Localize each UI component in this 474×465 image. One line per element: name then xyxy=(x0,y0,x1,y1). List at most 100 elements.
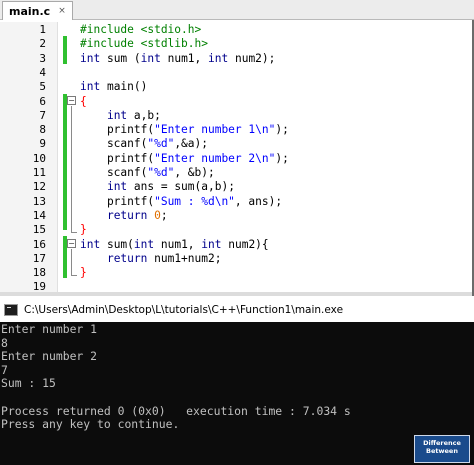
code-token: int xyxy=(80,51,101,65)
code-text: { xyxy=(80,95,87,109)
code-token: printf( xyxy=(80,194,155,208)
console-window[interactable]: C:\Users\Admin\Desktop\L\tutorials\C++\F… xyxy=(0,298,474,465)
code-token: int xyxy=(80,80,101,94)
line-number: 7 xyxy=(39,108,46,122)
line-number: 9 xyxy=(39,137,46,151)
code-token: #include <stdlib.h> xyxy=(80,37,208,51)
code-line[interactable]: 15} xyxy=(0,223,474,237)
code-token: "Enter number 2\n" xyxy=(154,151,276,165)
code-text: #include <stdlib.h> xyxy=(80,37,208,51)
code-token: int xyxy=(201,237,222,251)
code-editor[interactable]: main.c × − − 1 #include <stdio.h> 2 #includ… xyxy=(0,0,474,296)
code-token: num1, xyxy=(160,51,209,65)
tab-main-c[interactable]: main.c × xyxy=(2,1,73,20)
code-token: { xyxy=(80,94,87,108)
code-token: scanf( xyxy=(80,137,148,151)
code-token: scanf( xyxy=(80,166,148,179)
code-line[interactable]: 16 int sum(int num1, int num2){ xyxy=(0,238,474,252)
code-token: int xyxy=(208,51,229,65)
code-text: int ans = sum(a,b); xyxy=(80,180,235,194)
code-text: return 0; xyxy=(80,209,168,223)
code-text: #include <stdio.h> xyxy=(80,23,201,37)
code-line[interactable]: 10 printf("Enter number 2\n"); xyxy=(0,152,474,166)
line-number: 13 xyxy=(32,194,46,208)
code-text: int sum (int num1, int num2); xyxy=(80,52,275,66)
code-line[interactable]: 8 printf("Enter number 1\n"); xyxy=(0,123,474,137)
code-token: } xyxy=(80,223,87,237)
code-token: ans = sum(a,b); xyxy=(127,180,235,194)
code-line[interactable]: 1 #include <stdio.h> xyxy=(0,23,474,37)
watermark-line-1: Difference xyxy=(423,439,461,447)
code-text: scanf("%d", &b); xyxy=(80,166,215,180)
code-token: "%d" xyxy=(147,166,175,179)
code-line[interactable]: 18} xyxy=(0,266,474,280)
console-line: 8 xyxy=(1,335,8,350)
code-token: "Sum : %d\n" xyxy=(154,194,235,208)
console-line: Press any key to continue. xyxy=(1,417,180,432)
line-number: 14 xyxy=(32,208,46,222)
code-token: return xyxy=(106,208,148,222)
code-line[interactable]: 17 return num1+num2; xyxy=(0,252,474,266)
code-line[interactable]: 9 scanf("%d",&a); xyxy=(0,137,474,151)
code-token: return xyxy=(106,251,148,265)
console-line: Enter number 2 xyxy=(1,349,98,364)
code-text: int sum(int num1, int num2){ xyxy=(80,238,269,252)
close-icon[interactable]: × xyxy=(58,6,66,16)
code-text: printf("Enter number 1\n"); xyxy=(80,123,289,137)
code-token: num2){ xyxy=(221,237,269,251)
code-token: num1+num2; xyxy=(147,251,222,265)
tab-label: main.c xyxy=(9,4,51,18)
code-token: "%d" xyxy=(147,137,175,151)
code-token: ; xyxy=(160,208,168,222)
code-token: num1, xyxy=(154,237,202,251)
code-line[interactable]: 12 int ans = sum(a,b); xyxy=(0,180,474,194)
code-token: int xyxy=(80,237,101,251)
code-line[interactable]: 5 int main() xyxy=(0,80,474,94)
console-title: C:\Users\Admin\Desktop\L\tutorials\C++\F… xyxy=(24,304,344,316)
console-title-bar[interactable]: C:\Users\Admin\Desktop\L\tutorials\C++\F… xyxy=(0,298,474,322)
console-line: Enter number 1 xyxy=(1,322,98,336)
line-number: 16 xyxy=(32,237,46,251)
code-line[interactable]: 7 int a,b; xyxy=(0,109,474,123)
code-token: , ans); xyxy=(234,194,283,208)
code-token: int xyxy=(106,180,128,194)
code-token: 0 xyxy=(154,208,161,222)
code-line[interactable]: 13 printf("Sum : %d\n", ans); xyxy=(0,195,474,209)
line-number: 4 xyxy=(39,65,46,79)
line-number: 18 xyxy=(32,266,46,280)
console-line: 7 xyxy=(1,362,8,377)
console-app-icon xyxy=(4,304,18,316)
code-token: num2); xyxy=(228,51,276,65)
code-token: sum( xyxy=(100,237,134,251)
code-line[interactable]: 3 int sum (int num1, int num2); xyxy=(0,52,474,66)
line-number: 5 xyxy=(39,80,46,94)
code-line[interactable]: 14 return 0; xyxy=(0,209,474,223)
line-number: 3 xyxy=(39,51,46,65)
line-number: 11 xyxy=(32,166,46,179)
line-number: 15 xyxy=(32,223,46,237)
code-line[interactable]: 4 xyxy=(0,66,474,80)
line-number: 2 xyxy=(39,37,46,51)
line-number: 6 xyxy=(39,94,46,108)
code-token: sum ( xyxy=(100,51,141,65)
code-token: printf( xyxy=(80,151,155,165)
code-token: #include <stdio.h> xyxy=(80,23,202,36)
code-line[interactable]: 2 #include <stdlib.h> xyxy=(0,37,474,51)
editor-tab-bar: main.c × xyxy=(0,0,474,20)
code-text: int main() xyxy=(80,80,147,94)
code-line[interactable]: 6{ xyxy=(0,95,474,109)
code-text: printf("Enter number 2\n"); xyxy=(80,152,289,166)
console-line: Sum : 15 xyxy=(1,376,56,391)
horizontal-scrollbar[interactable] xyxy=(0,292,472,296)
code-token: a,b; xyxy=(127,108,161,122)
code-text: } xyxy=(80,223,87,237)
code-text: int a,b; xyxy=(80,109,161,123)
console-output: Enter number 1 8 Enter number 2 7 Sum : 15 P… xyxy=(0,322,474,465)
code-line[interactable]: 11 scanf("%d", &b); xyxy=(0,166,474,180)
line-number: 17 xyxy=(32,251,46,265)
